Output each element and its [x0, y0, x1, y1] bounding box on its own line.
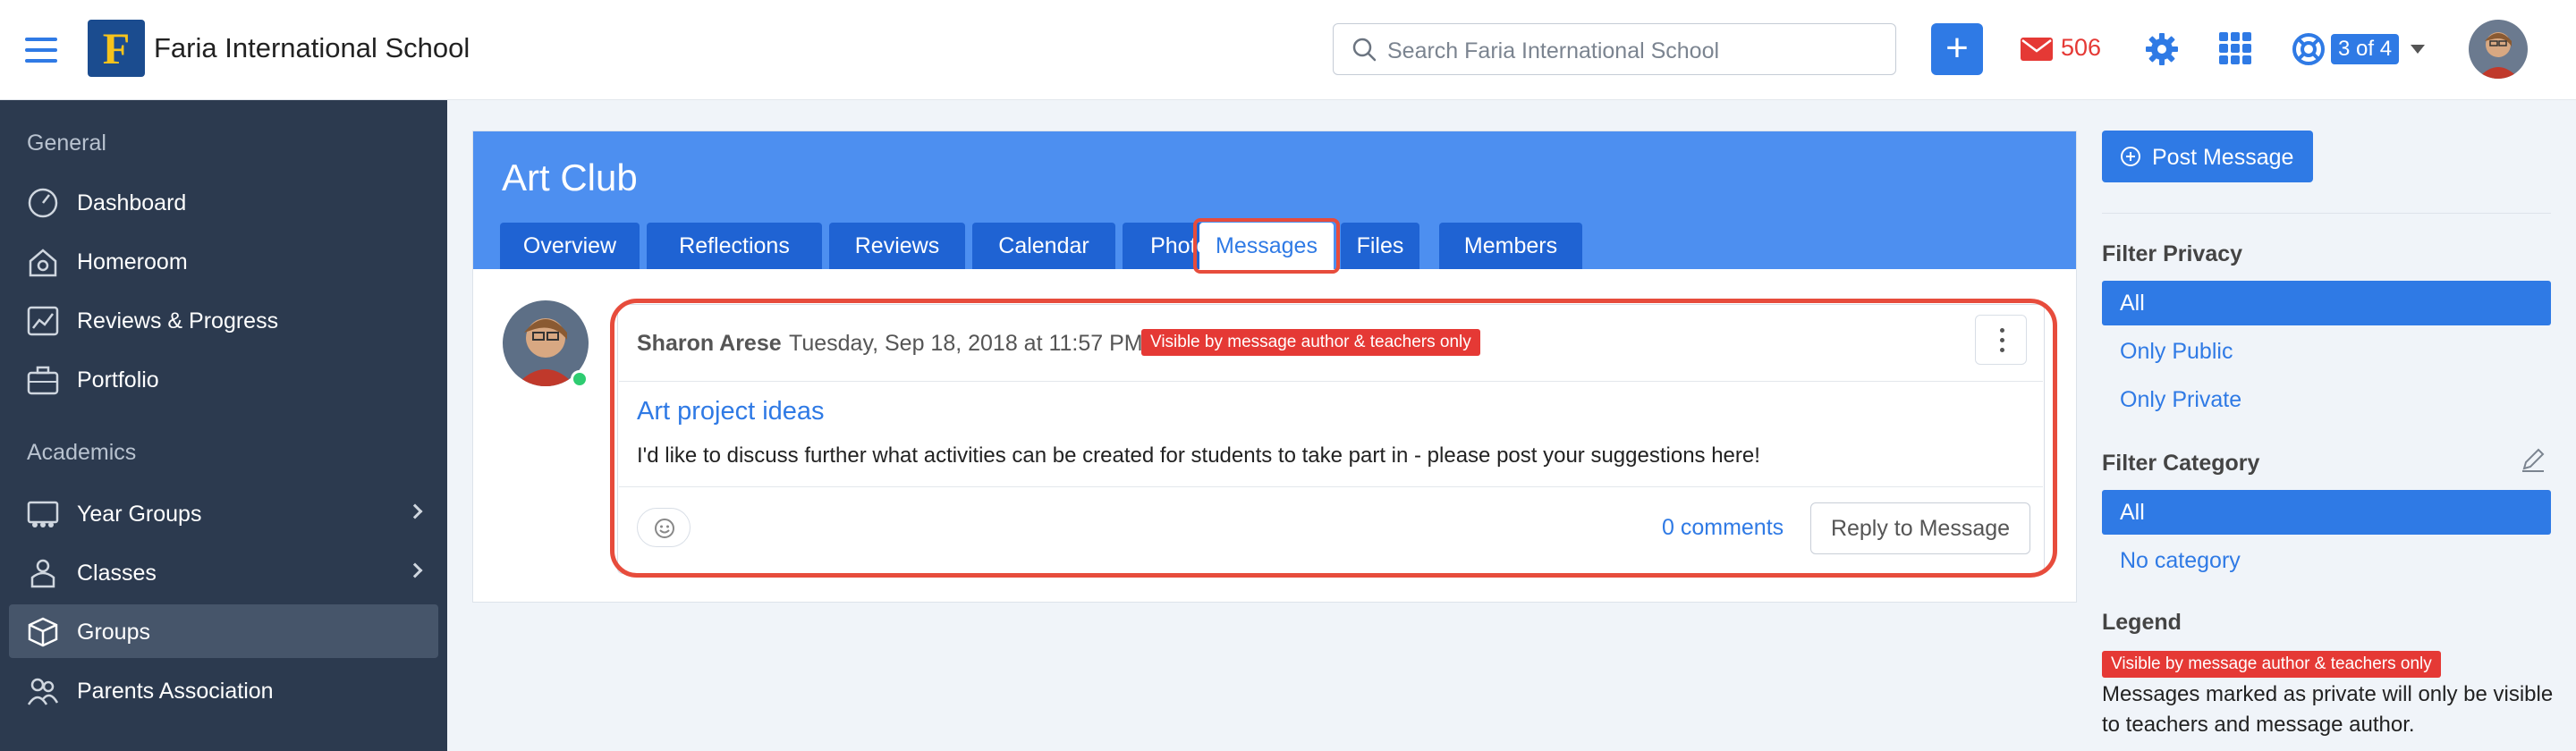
more-options-icon[interactable]	[1975, 315, 2027, 365]
sidebar-item-portfolio[interactable]: Portfolio	[9, 352, 438, 406]
sidebar-item-label: Homeroom	[77, 249, 188, 274]
filter-category-none[interactable]: No category	[2102, 538, 2551, 583]
dashboard-icon	[28, 188, 58, 218]
sidebar-item-reviews-progress[interactable]: Reviews & Progress	[9, 293, 438, 347]
sidebar-item-homeroom[interactable]: Homeroom	[9, 234, 438, 288]
reply-button[interactable]: Reply to Message	[1810, 502, 2030, 554]
tab-reflections[interactable]: Reflections	[647, 223, 822, 269]
privacy-badge: Visible by message author & teachers onl…	[1141, 329, 1480, 356]
tab-highlight-outline	[1193, 218, 1340, 274]
search-icon	[1352, 38, 1377, 62]
mail-icon[interactable]	[2021, 38, 2053, 61]
filter-privacy-public[interactable]: Only Public	[2102, 329, 2551, 374]
gear-icon[interactable]	[2145, 32, 2179, 66]
legend-heading: Legend	[2102, 610, 2182, 635]
pencil-icon[interactable]	[2521, 447, 2546, 472]
message-date: Tuesday, Sep 18, 2018 at 11:57 PM	[789, 331, 1143, 356]
filter-category-heading: Filter Category	[2102, 451, 2260, 476]
school-name[interactable]: Faria International School	[154, 32, 470, 64]
filter-privacy-heading: Filter Privacy	[2102, 241, 2243, 266]
tab-files[interactable]: Files	[1341, 223, 1419, 269]
filter-category-all[interactable]: All	[2102, 490, 2551, 535]
user-avatar[interactable]	[2469, 20, 2528, 79]
menu-icon[interactable]	[25, 38, 57, 63]
page-indicator-badge[interactable]: 3 of 4	[2331, 34, 2400, 64]
sidebar-item-label: Groups	[77, 620, 150, 645]
message-title[interactable]: Art project ideas	[637, 397, 825, 426]
tab-reviews[interactable]: Reviews	[829, 223, 965, 269]
legend-text: Messages marked as private will only be …	[2102, 682, 2554, 737]
groups-icon	[28, 617, 58, 647]
lifebuoy-icon[interactable]	[2292, 32, 2326, 66]
sidebar-item-label: Classes	[77, 561, 157, 586]
sidebar-item-label: Year Groups	[77, 502, 202, 527]
message-body: I'd like to discuss further what activit…	[637, 443, 1760, 468]
sidebar-item-year-groups[interactable]: Year Groups	[9, 486, 438, 540]
reviews-progress-icon	[27, 306, 59, 336]
sidebar-item-label: Reviews & Progress	[77, 308, 279, 333]
logo-letter: F	[102, 23, 131, 73]
homeroom-icon	[29, 249, 57, 277]
divider	[2102, 213, 2551, 214]
tab-overview[interactable]: Overview	[500, 223, 640, 269]
sidebar-section-general: General	[27, 131, 106, 156]
smiley-icon	[655, 519, 674, 538]
classes-icon	[30, 559, 55, 588]
portfolio-icon	[27, 366, 59, 395]
sidebar-item-classes[interactable]: Classes	[9, 545, 438, 599]
plus-circle-icon	[2121, 147, 2140, 166]
chevron-down-icon[interactable]	[2411, 45, 2425, 54]
top-bar: F Faria International School Search Fari…	[0, 0, 2576, 100]
school-logo[interactable]: F	[88, 20, 145, 77]
chevron-right-icon	[407, 562, 423, 578]
sidebar-item-label: Dashboard	[77, 190, 187, 215]
sidebar-item-groups[interactable]: Groups	[9, 604, 438, 658]
divider	[619, 486, 2043, 487]
post-message-label: Post Message	[2152, 145, 2294, 170]
parents-association-icon	[27, 678, 59, 705]
apps-grid-icon[interactable]	[2219, 32, 2251, 64]
online-status-dot	[571, 370, 589, 388]
sidebar: General Dashboard Homeroom Reviews & Pro…	[0, 100, 447, 751]
sidebar-item-parents-association[interactable]: Parents Association	[9, 663, 438, 717]
sidebar-section-academics: Academics	[27, 440, 137, 465]
sidebar-item-label: Parents Association	[77, 679, 274, 704]
add-button[interactable]: +	[1931, 23, 1983, 75]
chevron-right-icon	[407, 503, 423, 519]
comments-link[interactable]: 0 comments	[1662, 515, 1784, 541]
sidebar-item-label: Portfolio	[77, 367, 159, 392]
filter-privacy-all[interactable]: All	[2102, 281, 2551, 325]
legend-privacy-badge: Visible by message author & teachers onl…	[2102, 651, 2441, 678]
page-title: Art Club	[502, 156, 638, 198]
sidebar-item-dashboard[interactable]: Dashboard	[9, 175, 438, 229]
divider	[619, 381, 2043, 382]
mail-count[interactable]: 506	[2061, 34, 2101, 62]
search-placeholder: Search Faria International School	[1387, 38, 1720, 63]
reaction-button[interactable]	[637, 508, 691, 547]
tab-members[interactable]: Members	[1439, 223, 1582, 269]
search-input[interactable]: Search Faria International School	[1333, 23, 1896, 75]
post-message-button[interactable]: Post Message	[2102, 131, 2313, 182]
tab-calendar[interactable]: Calendar	[972, 223, 1115, 269]
year-groups-icon	[27, 501, 59, 527]
filter-privacy-private[interactable]: Only Private	[2102, 377, 2551, 422]
message-author[interactable]: Sharon Arese	[637, 331, 782, 357]
